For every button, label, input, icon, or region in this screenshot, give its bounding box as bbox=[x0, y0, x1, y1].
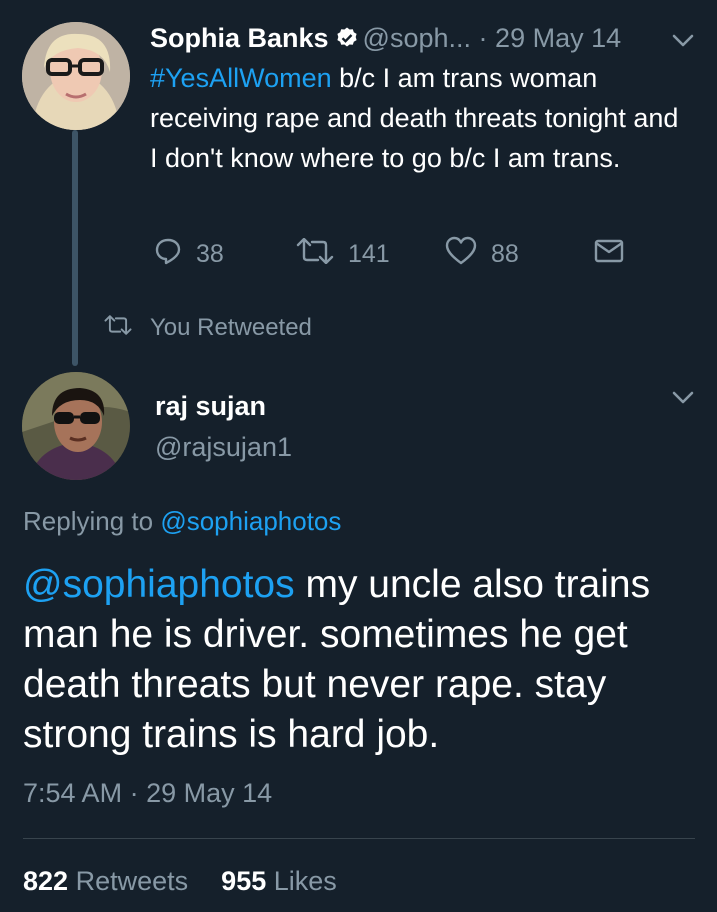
tweet-date[interactable]: 29 May 14 bbox=[495, 23, 621, 53]
retweet-count: 141 bbox=[348, 239, 390, 268]
you-retweeted-context: You Retweeted bbox=[104, 314, 312, 342]
retweets-stat[interactable]: 822 Retweets bbox=[23, 866, 188, 896]
like-count: 88 bbox=[491, 239, 519, 268]
chevron-down-icon[interactable] bbox=[672, 34, 694, 53]
engagement-stats: 822 Retweets 955 Likes bbox=[23, 866, 337, 897]
thread-connector-line bbox=[72, 130, 78, 366]
reply-action[interactable]: 38 bbox=[154, 236, 224, 272]
parent-tweet-header: Sophia Banks @soph... · 29 May 14 bbox=[150, 20, 621, 59]
mention-link[interactable]: @sophiaphotos bbox=[23, 563, 295, 606]
replying-to-link[interactable]: @sophiaphotos bbox=[160, 506, 341, 536]
envelope-icon bbox=[594, 238, 638, 271]
you-retweeted-label: You Retweeted bbox=[150, 314, 312, 341]
main-tweet-text: @sophiaphotos my uncle also trains man h… bbox=[23, 560, 703, 760]
hashtag-link[interactable]: #YesAllWomen bbox=[150, 63, 332, 93]
author-name[interactable]: raj sujan bbox=[155, 391, 266, 422]
direct-message-action[interactable] bbox=[594, 236, 638, 272]
reply-icon bbox=[154, 237, 196, 272]
retweet-icon bbox=[296, 237, 348, 271]
likes-label: Likes bbox=[273, 866, 337, 896]
retweet-action[interactable]: 141 bbox=[296, 236, 390, 272]
raj-sujan-avatar[interactable] bbox=[22, 372, 130, 480]
tweet-time: 7:54 AM bbox=[23, 778, 123, 808]
separator-dot: · bbox=[478, 23, 488, 53]
like-action[interactable]: 88 bbox=[445, 236, 519, 272]
retweet-icon bbox=[104, 314, 150, 342]
replying-to: Replying to @sophiaphotos bbox=[23, 506, 341, 537]
heart-icon bbox=[445, 236, 491, 273]
verified-badge-icon bbox=[335, 23, 359, 59]
reply-count: 38 bbox=[196, 239, 224, 268]
likes-count: 955 bbox=[221, 866, 267, 896]
author-name[interactable]: Sophia Banks bbox=[150, 23, 329, 53]
retweets-label: Retweets bbox=[75, 866, 189, 896]
chevron-down-icon[interactable] bbox=[672, 391, 694, 410]
likes-stat[interactable]: 955 Likes bbox=[221, 866, 337, 896]
parent-tweet-text: #YesAllWomen b/c I am trans woman receiv… bbox=[150, 58, 690, 178]
replying-to-prefix: Replying to bbox=[23, 506, 161, 536]
retweets-count: 822 bbox=[23, 866, 69, 896]
divider bbox=[23, 838, 695, 839]
tweet-date: 29 May 14 bbox=[146, 778, 273, 808]
separator-dot: · bbox=[122, 778, 147, 808]
author-handle[interactable]: @soph... bbox=[363, 23, 471, 53]
author-handle[interactable]: @rajsujan1 bbox=[155, 432, 292, 463]
tweet-timestamp[interactable]: 7:54 AM · 29 May 14 bbox=[23, 778, 272, 809]
sophia-banks-avatar[interactable] bbox=[22, 22, 130, 130]
